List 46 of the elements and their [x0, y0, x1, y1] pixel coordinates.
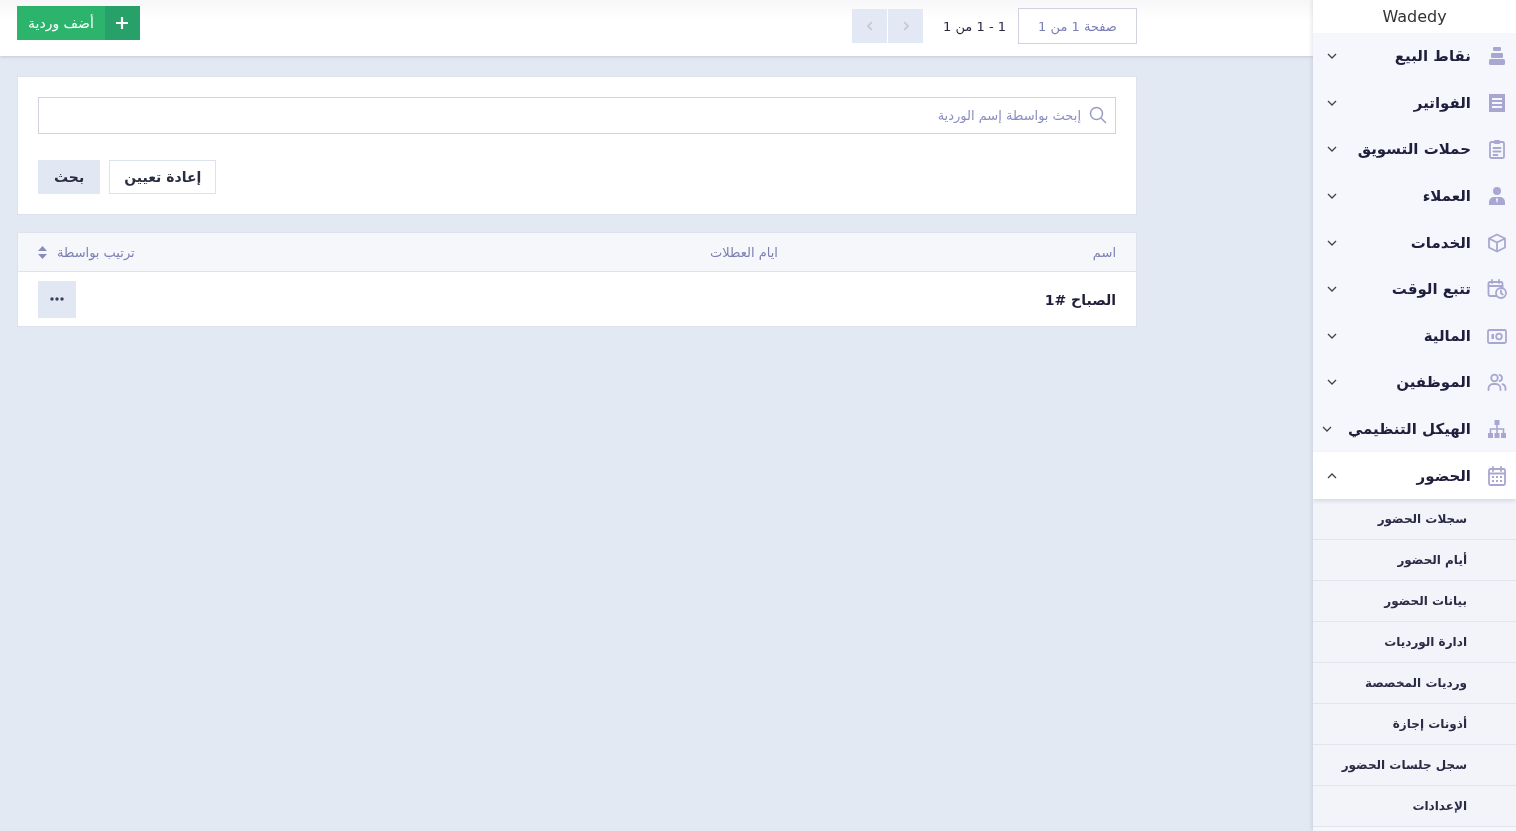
plus-icon — [104, 6, 140, 40]
search-icon — [1089, 106, 1107, 124]
chevron-down-icon — [1327, 379, 1337, 386]
sort-icon — [38, 245, 47, 259]
logo-text: Wadedy — [1382, 7, 1447, 26]
chevron-down-icon — [1327, 146, 1337, 153]
chevron-down-icon — [1327, 99, 1337, 106]
range-text: 1 - 1 من 1 — [943, 18, 1006, 34]
person-icon — [1487, 186, 1507, 207]
sidebar-item[interactable]: الهيكل التنظيمي — [1313, 405, 1516, 453]
sidebar-item[interactable]: الموظفين — [1313, 359, 1516, 406]
sidebar-item[interactable]: الفواتير — [1313, 79, 1516, 127]
more-button[interactable] — [38, 280, 76, 318]
dots-icon — [50, 297, 64, 301]
chevron-down-icon — [1327, 193, 1337, 200]
clipboard-icon — [1487, 139, 1507, 160]
search-button[interactable]: بحث — [38, 160, 101, 194]
sidebar-item[interactable]: نقاط البيع — [1313, 33, 1516, 80]
chevron-icon — [866, 21, 873, 31]
cube-icon — [1487, 232, 1507, 253]
column-header: ايام العطلات — [710, 244, 778, 260]
chevron-icon — [902, 21, 909, 31]
reset-button[interactable]: إعادة تعيين — [109, 160, 217, 194]
sidebar-item[interactable]: الخدمات — [1313, 219, 1516, 266]
chevron-down-icon — [1327, 286, 1337, 293]
calendar-icon — [1487, 465, 1507, 486]
register-icon — [1487, 46, 1507, 67]
search-field[interactable]: إبحث بواسطة إسم الوردية — [38, 97, 1116, 134]
page-indicator: صفحة 1 من 1 — [1018, 8, 1137, 44]
table-cell: الصباح #1 — [1044, 291, 1116, 308]
column-header: اسم — [1092, 244, 1116, 260]
people-icon — [1487, 372, 1507, 393]
chevron-down-icon — [1327, 332, 1337, 339]
sidebar-item[interactable]: حملات التسويق — [1313, 126, 1516, 173]
chevron-down-icon — [1327, 53, 1337, 60]
chevron-down-icon — [1321, 426, 1332, 433]
sidebar-item[interactable]: تتبع الوقت — [1313, 265, 1516, 313]
sort-button[interactable]: ترتيب بواسطة — [38, 244, 135, 260]
document-icon — [1487, 92, 1507, 113]
sidebar-item[interactable]: العملاء — [1313, 172, 1516, 220]
sidebar-item[interactable]: الحضور — [1313, 452, 1516, 499]
chevron-up-icon — [1327, 472, 1337, 479]
chevron-down-icon — [1327, 239, 1337, 246]
calendar-clock-icon — [1487, 279, 1507, 300]
hierarchy-icon — [1487, 419, 1507, 440]
sidebar-item[interactable]: المالية — [1313, 312, 1516, 360]
